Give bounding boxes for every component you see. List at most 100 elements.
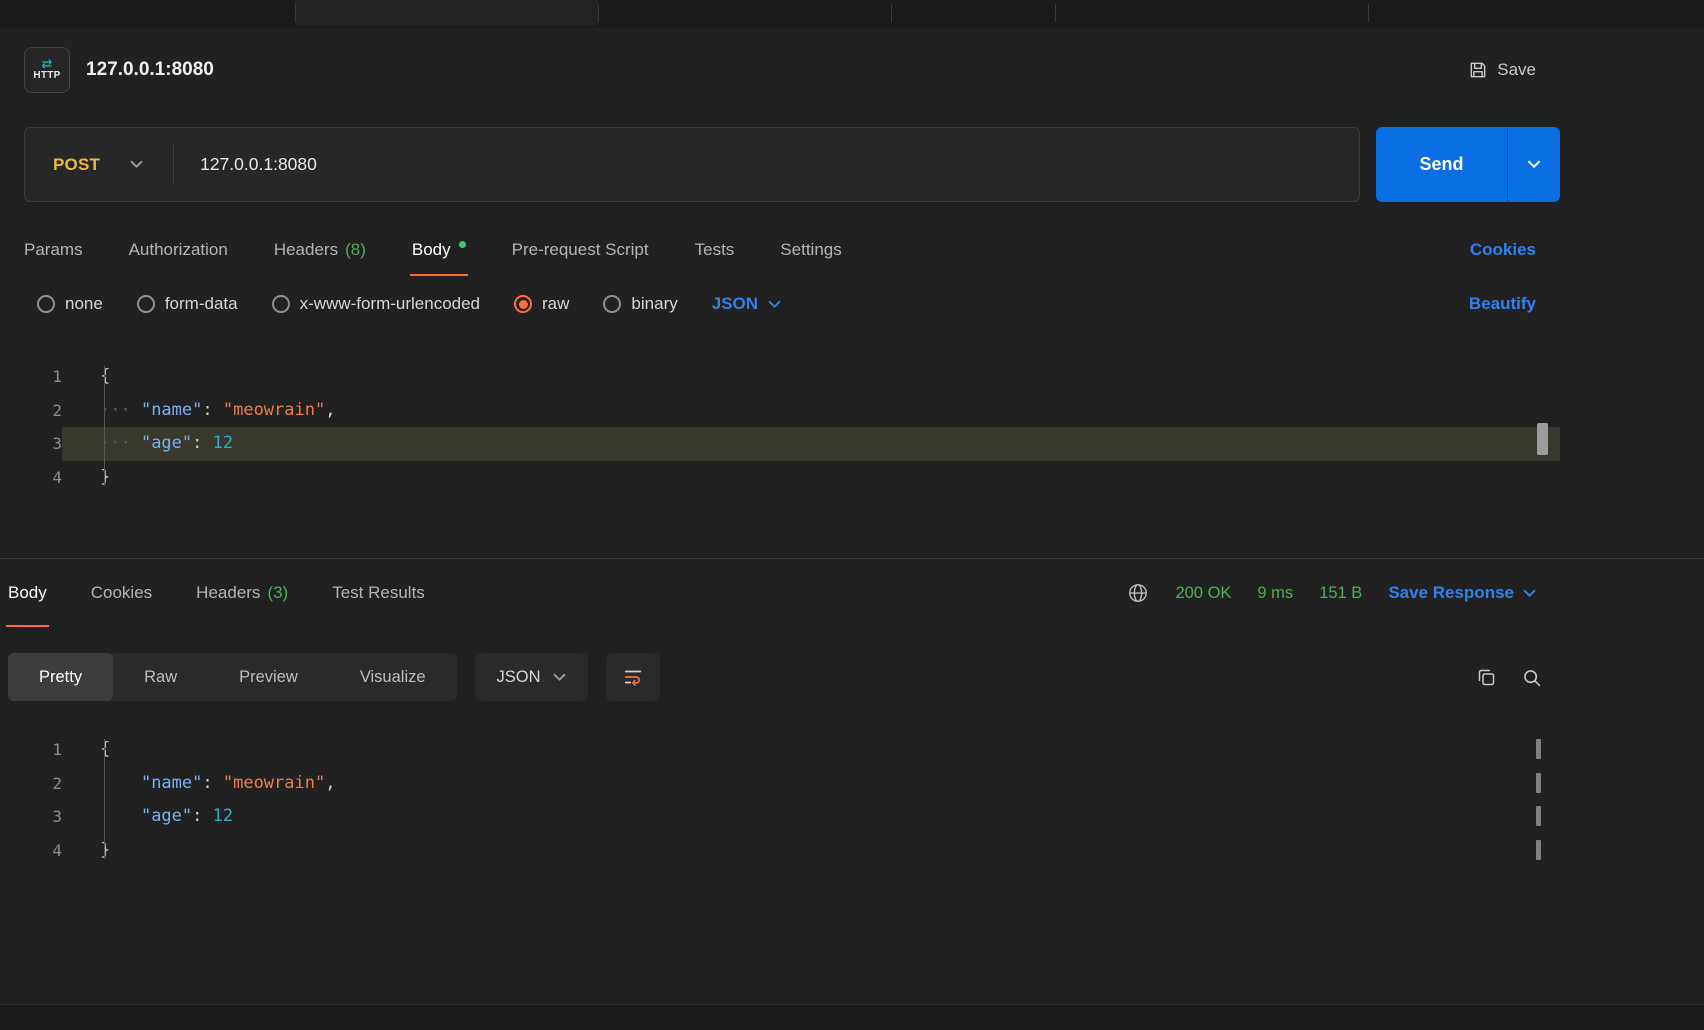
request-tab-pre-request-script[interactable]: Pre-request Script xyxy=(512,224,649,276)
response-meta: 200 OK 9 ms 151 B Save Response xyxy=(1127,582,1536,604)
request-tab-settings[interactable]: Settings xyxy=(780,224,841,276)
body-type-none[interactable]: none xyxy=(37,294,103,314)
body-type-binary[interactable]: binary xyxy=(603,294,677,314)
workspace-tab-bar[interactable] xyxy=(0,0,1704,27)
response-tab-cookies[interactable]: Cookies xyxy=(91,559,152,627)
save-response-button[interactable]: Save Response xyxy=(1388,583,1536,603)
code-line: 1{ xyxy=(0,360,1560,394)
line-number: 4 xyxy=(0,461,62,495)
radio-unselected-icon xyxy=(603,295,621,313)
line-number: 3 xyxy=(0,800,62,834)
tab-label: Authorization xyxy=(129,240,228,260)
response-view-tabs: PrettyRawPreviewVisualize xyxy=(8,653,457,701)
tab-label: Settings xyxy=(780,240,841,260)
copy-response-button[interactable] xyxy=(1476,667,1497,688)
line-number: 4 xyxy=(0,834,62,868)
code-line: 3··· "age": 12 xyxy=(0,427,1560,461)
wrap-lines-icon xyxy=(622,666,644,688)
request-language-select[interactable]: JSON xyxy=(712,294,781,314)
token: { xyxy=(100,366,110,386)
token: "name" xyxy=(141,773,202,793)
bracket-guide xyxy=(104,739,105,859)
code-text[interactable]: } xyxy=(62,834,1560,868)
code-text[interactable]: "age": 12 xyxy=(62,800,1560,834)
code-line: 3 "age": 12 xyxy=(0,800,1560,834)
code-text[interactable]: { xyxy=(62,733,1560,767)
request-tab-body[interactable]: Body xyxy=(412,224,466,276)
chevron-down-icon xyxy=(130,160,143,169)
token: { xyxy=(100,739,110,759)
method-label: POST xyxy=(53,155,100,175)
tab-label: Tests xyxy=(695,240,735,260)
response-body-editor[interactable]: 1{2 "name": "meowrain",3 "age": 124} xyxy=(0,727,1560,989)
response-size: 151 B xyxy=(1319,584,1362,603)
response-tab-headers[interactable]: Headers(3) xyxy=(196,559,288,627)
save-button[interactable]: Save xyxy=(1468,60,1536,80)
body-type-x-www-form-urlencoded[interactable]: x-www-form-urlencoded xyxy=(272,294,480,314)
wrap-lines-button[interactable] xyxy=(606,653,660,701)
request-tab-tests[interactable]: Tests xyxy=(695,224,735,276)
tab-label: Pre-request Script xyxy=(512,240,649,260)
response-actions xyxy=(1476,667,1560,688)
body-type-label: raw xyxy=(542,294,569,314)
line-number: 1 xyxy=(0,360,62,394)
response-header: Body Cookies Headers(3) Test Results 200 OK… xyxy=(0,559,1560,627)
line-number: 2 xyxy=(0,394,62,428)
token xyxy=(100,773,141,793)
request-tab-params[interactable]: Params xyxy=(24,224,83,276)
code-text[interactable]: ··· "age": 12 xyxy=(62,427,1560,461)
view-tab-pretty[interactable]: Pretty xyxy=(8,653,113,701)
token: "meowrain" xyxy=(223,773,325,793)
chevron-down-icon xyxy=(553,673,566,682)
token: "name" xyxy=(141,400,202,420)
body-type-raw[interactable]: raw xyxy=(514,294,569,314)
token: ··· xyxy=(100,433,141,453)
network-icon[interactable] xyxy=(1127,582,1149,604)
search-response-button[interactable] xyxy=(1521,667,1542,688)
active-workspace-tab[interactable] xyxy=(295,0,598,26)
body-type-label: form-data xyxy=(165,294,238,314)
beautify-link[interactable]: Beautify xyxy=(1469,294,1536,314)
response-status: 200 OK xyxy=(1175,584,1231,603)
code-line: 2 "name": "meowrain", xyxy=(0,767,1560,801)
response-tab-test-results[interactable]: Test Results xyxy=(332,559,425,627)
url-input[interactable] xyxy=(174,154,1359,175)
copy-icon xyxy=(1476,667,1497,688)
body-type-form-data[interactable]: form-data xyxy=(137,294,238,314)
tab-label: Body xyxy=(412,240,451,260)
request-tab-authorization[interactable]: Authorization xyxy=(129,224,228,276)
response-language-select[interactable]: JSON xyxy=(475,653,588,701)
request-tab-headers[interactable]: Headers(8) xyxy=(274,224,366,276)
save-icon xyxy=(1468,60,1488,80)
cookies-link[interactable]: Cookies xyxy=(1470,240,1536,260)
body-modified-dot xyxy=(459,241,466,248)
request-tabs-row: Params Authorization Headers(8) Body Pre-req… xyxy=(0,224,1560,276)
editor-lines: 1{2 "name": "meowrain",3 "age": 124} xyxy=(0,727,1560,867)
radio-unselected-icon xyxy=(272,295,290,313)
tab-count: (3) xyxy=(267,583,288,603)
code-text[interactable]: { xyxy=(62,360,1560,394)
url-row: POST Send xyxy=(0,127,1560,202)
postman-app: ⇄ HTTP 127.0.0.1:8080 Save POST Send xyxy=(0,0,1704,1030)
send-options-button[interactable] xyxy=(1508,127,1560,202)
token: } xyxy=(100,840,110,860)
send-label[interactable]: Send xyxy=(1376,127,1507,202)
language-label: JSON xyxy=(712,294,758,314)
code-text[interactable]: ··· "name": "meowrain", xyxy=(62,394,1560,428)
url-bar: POST xyxy=(24,127,1360,202)
method-selector[interactable]: POST xyxy=(25,128,173,201)
token: 12 xyxy=(213,433,233,453)
token: } xyxy=(100,467,110,487)
code-text[interactable]: "name": "meowrain", xyxy=(62,767,1560,801)
send-button[interactable]: Send xyxy=(1376,127,1560,202)
view-tab-preview[interactable]: Preview xyxy=(208,653,329,701)
token: 12 xyxy=(213,806,233,826)
view-tab-raw[interactable]: Raw xyxy=(113,653,208,701)
request-body-editor[interactable]: 1{2··· "name": "meowrain",3··· "age": 12… xyxy=(0,350,1560,558)
response-tab-body[interactable]: Body xyxy=(8,559,47,627)
view-tab-visualize[interactable]: Visualize xyxy=(329,653,457,701)
editor-scrollbar[interactable] xyxy=(1537,423,1548,455)
status-bar xyxy=(0,1004,1704,1030)
code-line: 2··· "name": "meowrain", xyxy=(0,394,1560,428)
code-text[interactable]: } xyxy=(62,461,1560,495)
